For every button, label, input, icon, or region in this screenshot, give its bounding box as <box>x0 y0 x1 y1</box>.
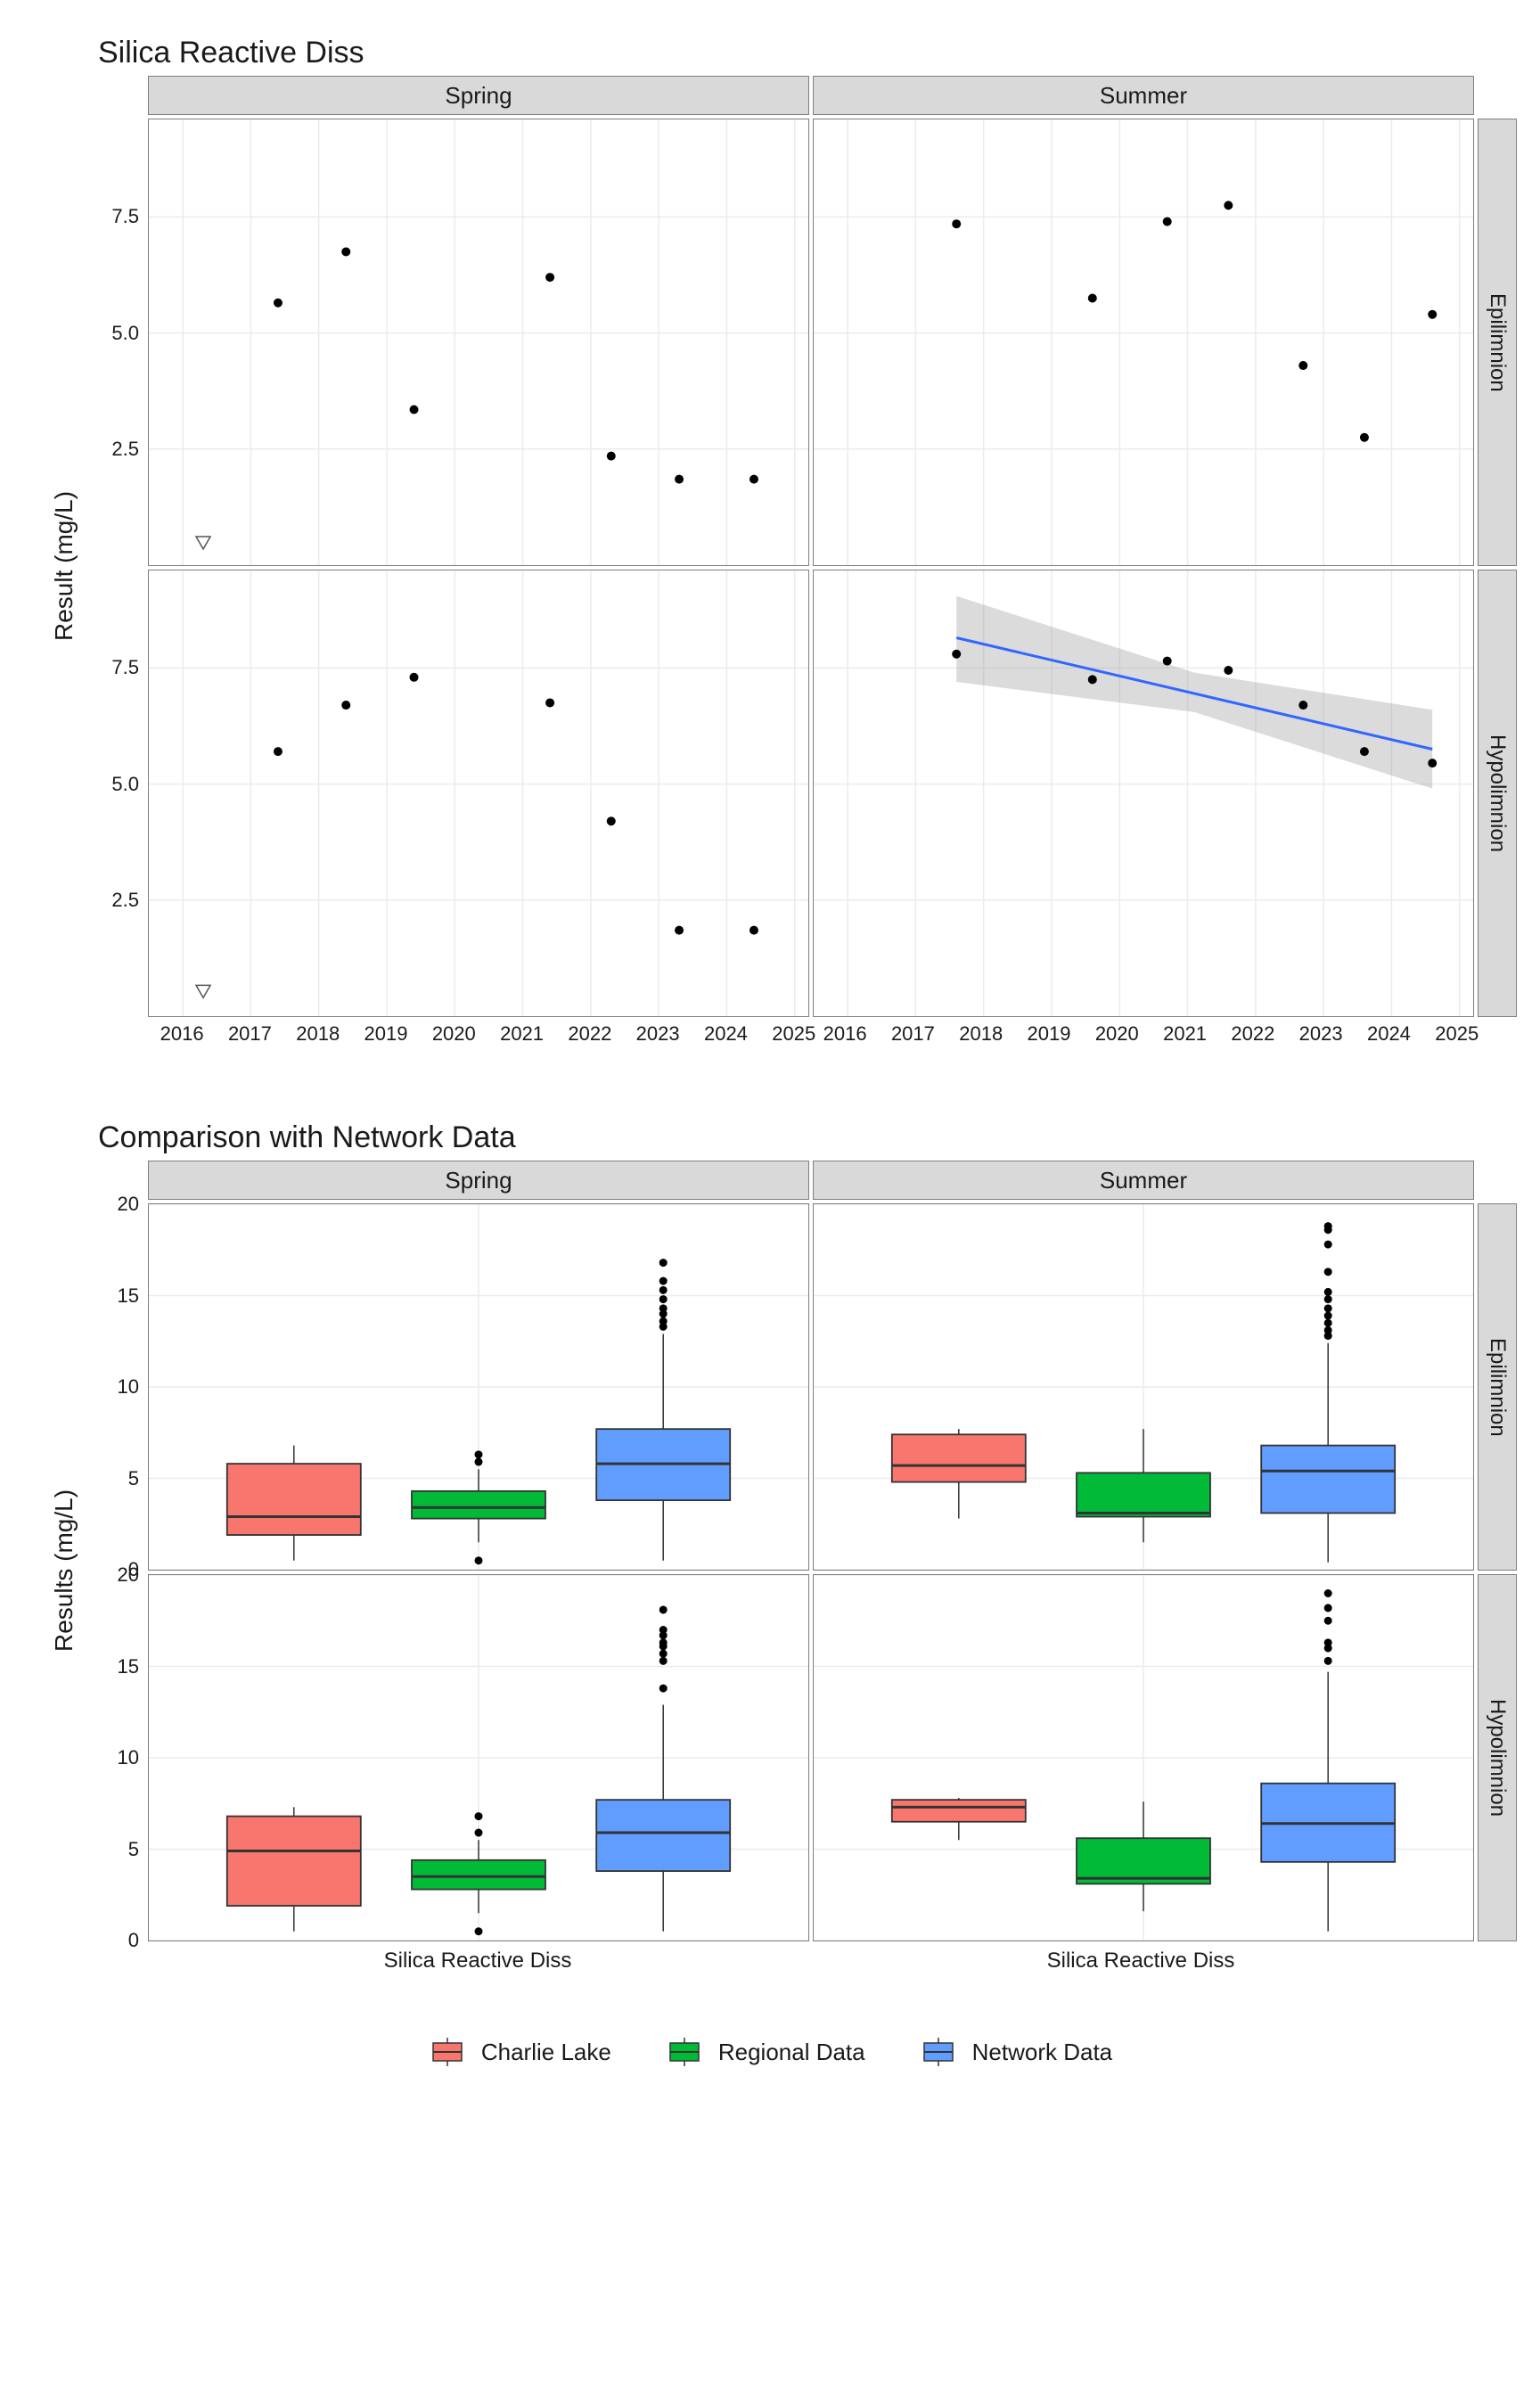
boxplot-x-cat-spring: Silica Reactive Diss <box>384 1949 572 1973</box>
boxplot-panel-summer-epi <box>813 1203 1474 1571</box>
legend-item-network: Network Data <box>919 2036 1113 2068</box>
facet-row-epi: Epilimnion <box>1478 119 1517 566</box>
scatter-panel-spring-epi <box>148 119 809 566</box>
scatter-title: Silica Reactive Diss <box>98 36 1495 70</box>
boxplot-panel-spring-hypo <box>148 1574 809 1941</box>
facet-col-summer: Summer <box>813 76 1474 115</box>
legend-item-charlie: Charlie Lake <box>428 2036 611 2068</box>
legend-label: Network Data <box>972 2039 1113 2066</box>
facet-col-summer-2: Summer <box>813 1161 1474 1200</box>
page: Silica Reactive Diss Result (mg/L) Sprin… <box>0 0 1540 2396</box>
scatter-panel-summer-epi <box>813 119 1474 566</box>
facet-row-hypo: Hypolimnion <box>1478 570 1517 1017</box>
legend-item-regional: Regional Data <box>665 2036 865 2068</box>
facet-row-hypo-2: Hypolimnion <box>1478 1574 1517 1941</box>
facet-row-epi-2: Epilimnion <box>1478 1203 1517 1571</box>
boxplot-panel-summer-hypo <box>813 1574 1474 1941</box>
facet-col-spring-2: Spring <box>148 1161 809 1200</box>
boxplot-chart-block: Comparison with Network Data Results (mg… <box>45 1120 1495 2068</box>
scatter-chart-block: Silica Reactive Diss Result (mg/L) Sprin… <box>45 36 1495 1058</box>
boxplot-y-label: Results (mg/L) <box>45 1178 84 1963</box>
legend-key-icon <box>919 2036 958 2068</box>
legend-label: Regional Data <box>718 2039 865 2066</box>
scatter-panel-spring-hypo <box>148 570 809 1017</box>
legend-key-icon <box>665 2036 704 2068</box>
scatter-y-label: Result (mg/L) <box>45 94 84 1038</box>
legend-key-icon <box>428 2036 467 2068</box>
boxplot-panel-spring-epi <box>148 1203 809 1571</box>
scatter-panel-summer-hypo <box>813 570 1474 1017</box>
legend-label: Charlie Lake <box>481 2039 611 2066</box>
boxplot-title: Comparison with Network Data <box>98 1120 1495 1155</box>
facet-col-spring: Spring <box>148 76 809 115</box>
legend: Charlie Lake Regional Data Network Data <box>45 2036 1495 2068</box>
boxplot-x-cat-summer: Silica Reactive Diss <box>1047 1949 1235 1973</box>
